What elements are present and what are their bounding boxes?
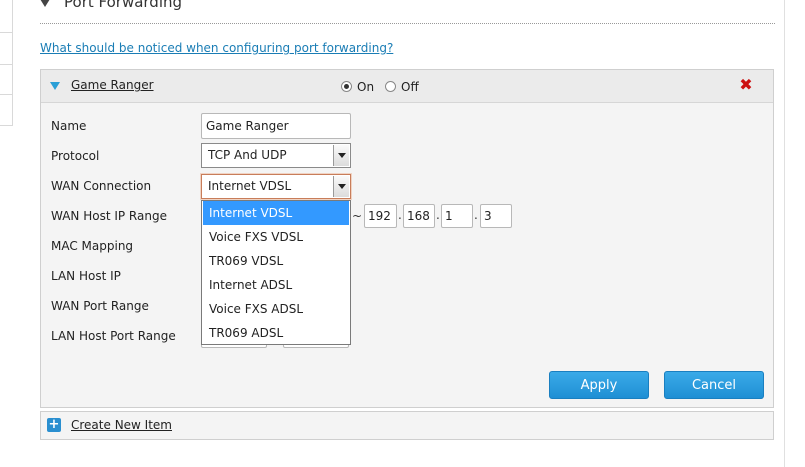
dropdown-option[interactable]: Internet ADSL <box>203 273 349 297</box>
mac-mapping-label: MAC Mapping <box>51 239 134 253</box>
on-radio-label: On <box>357 80 375 94</box>
name-label: Name <box>51 119 87 133</box>
dropdown-option[interactable]: Voice FXS VDSL <box>203 225 349 249</box>
collapse-triangle-icon <box>40 0 50 7</box>
off-radio-label: Off <box>401 80 419 94</box>
protocol-select-value: TCP And UDP <box>208 148 287 162</box>
plus-icon[interactable]: + <box>47 418 61 432</box>
sidebar-cell <box>0 64 12 95</box>
range-separator: ~ <box>352 209 363 223</box>
sidebar-cell <box>0 32 12 65</box>
rule-name-link[interactable]: Game Ranger <box>71 78 154 92</box>
wan-ip-end-octet-1[interactable]: 192 <box>364 204 397 228</box>
apply-button[interactable]: Apply <box>549 371 649 399</box>
section-header[interactable]: Port Forwarding <box>40 0 182 11</box>
wan-port-range-label: WAN Port Range <box>51 299 149 313</box>
ip-dot: . <box>474 208 478 222</box>
wan-ip-end-octet-2[interactable]: 168 <box>403 204 435 228</box>
dropdown-option[interactable]: Internet VDSL <box>203 201 349 225</box>
expand-triangle-icon[interactable] <box>50 82 60 90</box>
cancel-button[interactable]: Cancel <box>664 371 764 399</box>
chevron-down-icon <box>333 176 349 197</box>
on-radio[interactable] <box>341 81 352 92</box>
lan-host-port-range-label: LAN Host Port Range <box>51 329 176 343</box>
wan-host-ip-range-label: WAN Host IP Range <box>51 209 167 223</box>
left-sidebar-strip <box>0 0 13 126</box>
sidebar-cell <box>0 0 12 33</box>
name-input[interactable]: Game Ranger <box>201 113 351 139</box>
wan-ip-end-octet-3[interactable]: 1 <box>441 204 473 228</box>
dropdown-option[interactable]: TR069 ADSL <box>203 321 349 345</box>
section-divider <box>40 23 775 24</box>
notice-help-link[interactable]: What should be noticed when configuring … <box>40 41 393 55</box>
dropdown-option[interactable]: Voice FXS ADSL <box>203 297 349 321</box>
ip-dot: . <box>398 208 402 222</box>
delete-icon[interactable]: ✖ <box>738 77 754 93</box>
lan-host-ip-label: LAN Host IP <box>51 269 121 283</box>
protocol-select[interactable]: TCP And UDP <box>201 143 351 168</box>
wan-connection-label: WAN Connection <box>51 179 152 193</box>
section-title: Port Forwarding <box>64 0 183 11</box>
protocol-label: Protocol <box>51 149 100 163</box>
wan-connection-select-value: Internet VDSL <box>208 179 292 193</box>
ip-dot: . <box>436 208 440 222</box>
sidebar-cell <box>0 94 12 126</box>
wan-connection-dropdown: Internet VDSL Voice FXS VDSL TR069 VDSL … <box>201 200 351 345</box>
rule-panel <box>40 69 774 408</box>
off-radio[interactable] <box>385 81 396 92</box>
chevron-down-icon <box>333 145 349 166</box>
create-new-item-link[interactable]: Create New Item <box>71 418 172 432</box>
right-scrollbar-area[interactable] <box>784 0 805 467</box>
wan-connection-select[interactable]: Internet VDSL <box>201 174 351 199</box>
dropdown-option[interactable]: TR069 VDSL <box>203 249 349 273</box>
wan-ip-end-octet-4[interactable]: 3 <box>480 204 512 228</box>
